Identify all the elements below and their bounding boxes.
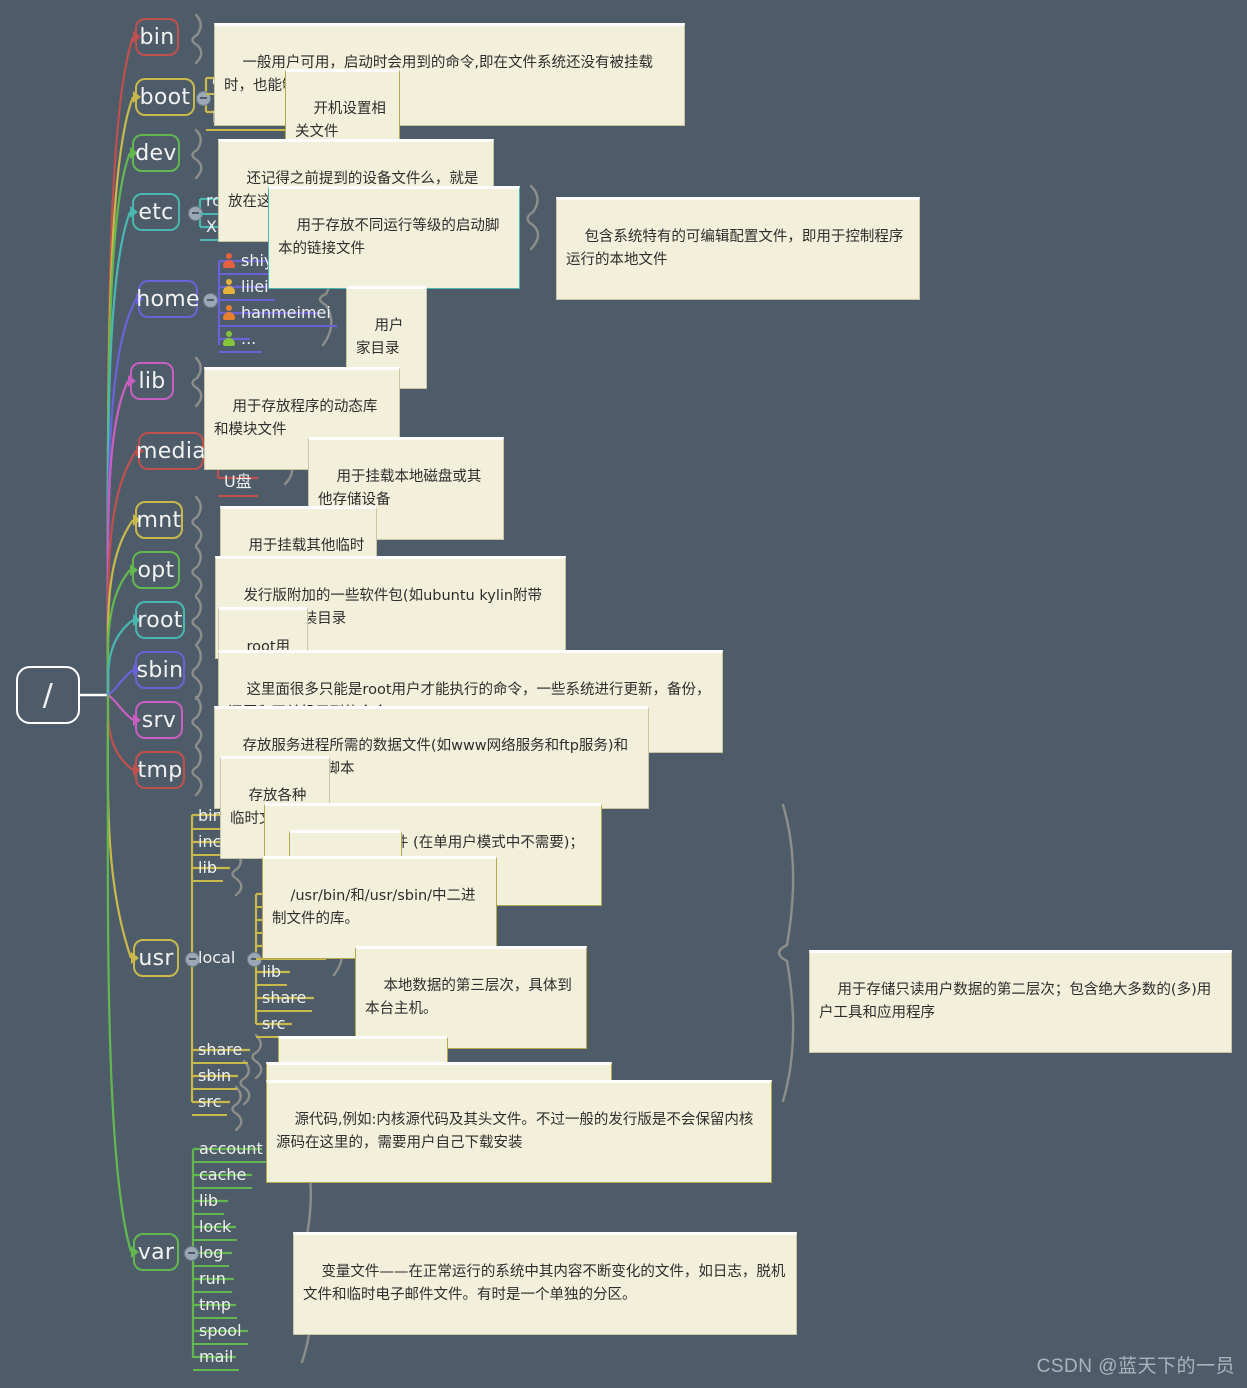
leaf-var-mail[interactable]: mail (193, 1346, 240, 1371)
leaf-label: share (198, 1040, 243, 1059)
leaf-var-spool[interactable]: spool (193, 1320, 248, 1345)
note-text: 包含系统特有的可编辑配置文件，即用于控制程序运行的本地文件 (566, 229, 904, 268)
note-text: 变量文件——在正常运行的系统中其内容不断变化的文件，如日志，脱机文件和临时电子邮… (303, 1264, 786, 1303)
node-srv[interactable]: srv (135, 701, 183, 739)
node-tmp[interactable]: tmp (135, 751, 185, 789)
leaf-label: src (198, 1092, 222, 1111)
person-icon (222, 331, 235, 346)
note-text: 用户家目录 (356, 318, 404, 357)
leaf-var-lock[interactable]: lock (193, 1216, 238, 1241)
node-mnt[interactable]: mnt (135, 501, 183, 539)
leaf-label: account (199, 1139, 263, 1158)
person-icon (222, 253, 235, 268)
note-var: 变量文件——在正常运行的系统中其内容不断变化的文件，如日志，脱机文件和临时电子邮… (293, 1232, 797, 1335)
leaf-label: lock (199, 1217, 232, 1236)
node-var-label: var (137, 1239, 175, 1265)
mindmap-canvas: / bin boot dev etc home lib media mnt op… (0, 0, 1247, 1388)
note-text: 用于存放程序的动态库和模块文件 (214, 399, 378, 438)
person-icon (222, 305, 235, 320)
leaf-media-usb[interactable]: U盘 (218, 467, 258, 497)
node-media[interactable]: media (135, 432, 207, 470)
node-home-label: home (136, 286, 200, 312)
node-dev-label: dev (135, 140, 177, 166)
node-etc-label: etc (138, 199, 174, 225)
leaf-label: src (262, 1014, 286, 1033)
note-usr: 用于存储只读用户数据的第二层次；包含绝大多数的(多)用户工具和应用程序 (809, 950, 1232, 1053)
note-text: 用于存放不同运行等级的启动脚本的链接文件 (278, 218, 500, 257)
node-usr-label: usr (138, 945, 174, 971)
leaf-label: lib (199, 1191, 219, 1210)
node-sbin-label: sbin (136, 657, 184, 683)
leaf-usr-src[interactable]: src (192, 1091, 228, 1116)
leaf-usr-share[interactable]: share (192, 1039, 249, 1064)
leaf-home-hanmeimei[interactable]: hanmeimei (219, 302, 337, 327)
node-home[interactable]: home (136, 280, 200, 318)
node-root-dir[interactable]: root (135, 601, 185, 639)
leaf-label: share (262, 988, 307, 1007)
leaf-label: hanmeimei (241, 303, 331, 322)
leaf-label: local (198, 948, 236, 967)
leaf-label: lilei (241, 277, 269, 296)
leaf-label: U盘 (224, 472, 252, 491)
leaf-var-tmp[interactable]: tmp (193, 1294, 238, 1319)
leaf-var-log[interactable]: log (193, 1242, 230, 1267)
leaf-usrlocal-share[interactable]: share (256, 987, 313, 1012)
node-root[interactable]: / (16, 666, 80, 724)
leaf-label: lib (198, 858, 218, 877)
note-text: 源代码,例如:内核源代码及其头文件。不过一般的发行版是不会保留内核源码在这里的，… (276, 1112, 754, 1151)
leaf-home-lilei[interactable]: lilei (219, 276, 275, 301)
leaf-var-cache[interactable]: cache (193, 1164, 253, 1189)
watermark: CSDN @蓝天下的一员 (1036, 1356, 1235, 1377)
note-usr-local: 本地数据的第三层次，具体到本台主机。 (355, 946, 587, 1049)
node-opt[interactable]: opt (132, 551, 180, 589)
person-icon (222, 279, 235, 294)
leaf-usrlocal-lib[interactable]: lib (256, 961, 288, 986)
note-text: 开机设置相关文件 (295, 101, 386, 140)
node-media-label: media (135, 438, 207, 464)
note-usr-lib: /usr/bin/和/usr/sbin/中二进制文件的库。 (262, 856, 497, 959)
leaf-label: log (199, 1243, 224, 1262)
leaf-label: cache (199, 1165, 247, 1184)
node-mnt-label: mnt (136, 507, 182, 533)
note-text: /usr/bin/和/usr/sbin/中二进制文件的库。 (272, 888, 476, 927)
leaf-var-lib[interactable]: lib (193, 1190, 225, 1215)
leaf-label: run (199, 1269, 226, 1288)
leaf-label: ... (241, 329, 257, 348)
leaf-usr-lib[interactable]: lib (192, 857, 224, 882)
node-opt-label: opt (137, 557, 175, 583)
leaf-usr-local[interactable]: local (192, 947, 241, 970)
leaf-usr-sbin[interactable]: sbin (192, 1065, 238, 1090)
node-sbin[interactable]: sbin (135, 651, 185, 689)
node-dev[interactable]: dev (132, 134, 180, 172)
note-usr-src: 源代码,例如:内核源代码及其头文件。不过一般的发行版是不会保留内核源码在这里的，… (266, 1080, 772, 1183)
home-collapse-toggle[interactable] (203, 293, 218, 308)
leaf-usrlocal-src[interactable]: src (256, 1013, 292, 1038)
leaf-label: mail (199, 1347, 234, 1366)
node-etc[interactable]: etc (132, 193, 180, 231)
leaf-label: spool (199, 1321, 242, 1340)
leaf-home-more[interactable]: ... (219, 328, 263, 353)
node-var[interactable]: var (133, 1233, 179, 1271)
node-bin[interactable]: bin (135, 18, 179, 56)
leaf-var-run[interactable]: run (193, 1268, 232, 1293)
node-lib[interactable]: lib (130, 362, 174, 400)
note-text: 用于存储只读用户数据的第二层次；包含绝大多数的(多)用户工具和应用程序 (819, 982, 1212, 1021)
node-root-label: / (42, 677, 54, 713)
node-srv-label: srv (141, 707, 177, 733)
node-tmp-label: tmp (137, 757, 183, 783)
node-root-dir-label: root (137, 607, 183, 633)
node-boot[interactable]: boot (135, 78, 195, 116)
note-text: 本地数据的第三层次，具体到本台主机。 (365, 978, 572, 1017)
node-boot-label: boot (139, 84, 191, 110)
note-text: 用于挂载本地磁盘或其他存储设备 (318, 469, 482, 508)
node-bin-label: bin (139, 24, 175, 50)
leaf-label: sbin (198, 1066, 232, 1085)
note-etc: 包含系统特有的可编辑配置文件，即用于控制程序运行的本地文件 (556, 197, 920, 300)
node-lib-label: lib (138, 368, 166, 394)
leaf-var-account[interactable]: account (193, 1138, 269, 1163)
node-usr[interactable]: usr (133, 939, 179, 977)
leaf-label: lib (262, 962, 282, 981)
leaf-label: tmp (199, 1295, 232, 1314)
note-etc-rcd: 用于存放不同运行等级的启动脚本的链接文件 (268, 186, 520, 289)
